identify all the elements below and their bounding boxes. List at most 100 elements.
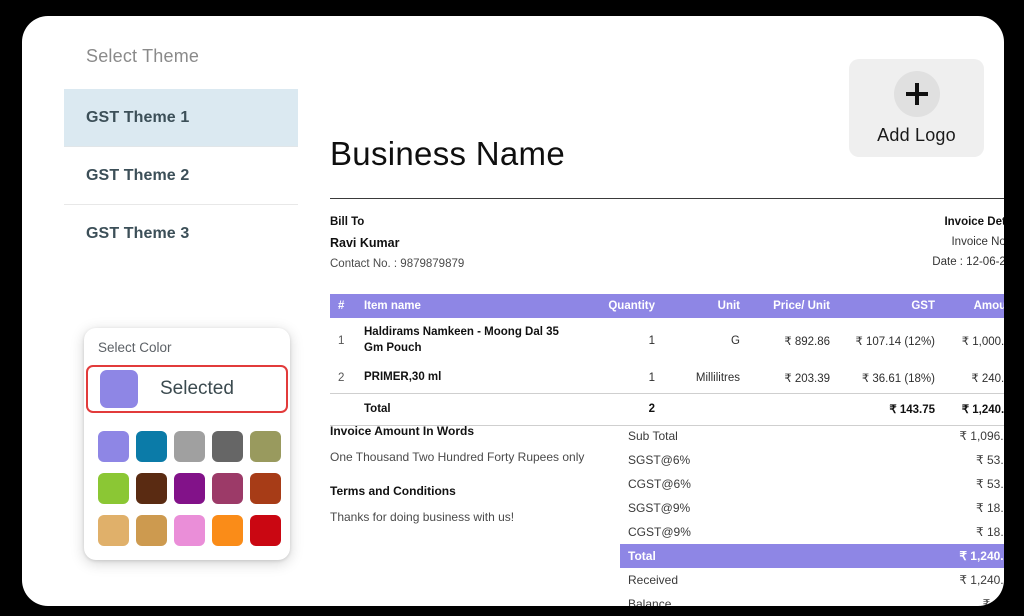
cell-name: Haldirams Namkeen - Moong Dal 35 Gm Pouc… xyxy=(364,326,559,354)
summary-row: Total ₹ 1,240.00 xyxy=(620,544,1004,568)
terms-text: Thanks for doing business with us! xyxy=(330,510,515,524)
summary-label: Sub Total xyxy=(628,429,678,443)
summary-value: ₹ 18.31 xyxy=(976,525,1004,539)
theme-item-label: GST Theme 1 xyxy=(86,108,190,126)
invoice-preview: Add Logo Business Name Bill To Ravi Kuma… xyxy=(308,32,1004,606)
color-swatch-4[interactable] xyxy=(212,431,243,462)
selected-color-label: Selected xyxy=(160,378,234,399)
cell-qty: 1 xyxy=(648,334,655,347)
col-gst: GST xyxy=(836,294,941,318)
total-cell-unit xyxy=(661,392,746,427)
color-swatch-1[interactable] xyxy=(98,431,129,462)
color-swatch-14[interactable] xyxy=(212,515,243,546)
cell-gst: ₹ 36.61 (18%) xyxy=(861,372,935,385)
summary-value: ₹ 1,240.00 xyxy=(959,549,1004,563)
summary-value: ₹ 53.57 xyxy=(976,453,1004,467)
terms-title: Terms and Conditions xyxy=(330,484,456,498)
amount-in-words-text: One Thousand Two Hundred Forty Rupees on… xyxy=(330,450,585,464)
summary-label: SGST@6% xyxy=(628,453,691,467)
add-logo-label: Add Logo xyxy=(877,124,956,145)
summary-label: CGST@6% xyxy=(628,477,691,491)
add-logo-button[interactable]: Add Logo xyxy=(849,59,984,157)
summary-row: Sub Total ₹ 1,096.25 xyxy=(620,424,1004,448)
selected-color-row[interactable]: Selected xyxy=(86,365,288,413)
table-row: 1 Haldirams Namkeen - Moong Dal 35 Gm Pou… xyxy=(330,318,1004,363)
summary-label: Received xyxy=(628,573,679,587)
color-swatch-7[interactable] xyxy=(136,473,167,504)
invoice-number: Invoice No. : 7 xyxy=(951,236,1004,248)
color-swatch-11[interactable] xyxy=(98,515,129,546)
table-row: 2 PRIMER,30 ml 1 Millilitres ₹ 203.39 ₹ 36.61… xyxy=(330,363,1004,393)
col-amount: Amount xyxy=(941,294,1004,318)
invoice-summary: Sub Total₹ 1,096.25SGST@6%₹ 53.57CGST@6%… xyxy=(620,424,1004,606)
summary-label: Balance xyxy=(628,597,672,606)
cell-gst: ₹ 107.14 (12%) xyxy=(855,335,935,348)
color-swatch-8[interactable] xyxy=(174,473,205,504)
summary-label: Total xyxy=(628,549,656,563)
items-table-body: 1 Haldirams Namkeen - Moong Dal 35 Gm Pou… xyxy=(330,318,1004,427)
summary-value: ₹ 53.57 xyxy=(976,477,1004,491)
invoice-notes-block: Invoice Amount In Words One Thousand Two… xyxy=(330,424,620,544)
summary-row: SGST@9% ₹ 18.31 xyxy=(620,496,1004,520)
color-swatch-15[interactable] xyxy=(250,515,281,546)
select-theme-title: Select Theme xyxy=(86,46,200,66)
col-item-name: Item name xyxy=(356,294,571,318)
color-swatch-13[interactable] xyxy=(174,515,205,546)
total-cell-blank xyxy=(330,392,356,427)
theme-panel: Select Theme GST Theme 1 GST Theme 2 GST T… xyxy=(64,46,298,263)
summary-label: SGST@9% xyxy=(628,501,691,515)
col-unit: Unit xyxy=(661,294,746,318)
summary-label: CGST@9% xyxy=(628,525,691,539)
col-price: Price/ Unit xyxy=(746,294,836,318)
header-divider xyxy=(330,198,1004,199)
color-swatch-3[interactable] xyxy=(174,431,205,462)
color-swatch-10[interactable] xyxy=(250,473,281,504)
summary-row: Balance ₹ 0.00 xyxy=(620,592,1004,606)
summary-row: Received ₹ 1,240.00 xyxy=(620,568,1004,592)
cell-amount: ₹ 240.00 xyxy=(971,372,1004,385)
color-swatch-grid xyxy=(84,413,290,546)
items-table-head: # Item name Quantity Unit Price/ Unit GS… xyxy=(330,294,1004,318)
cell-qty: 1 xyxy=(648,371,655,384)
color-swatch-9[interactable] xyxy=(212,473,243,504)
summary-row: SGST@6% ₹ 53.57 xyxy=(620,448,1004,472)
business-name: Business Name xyxy=(330,135,565,172)
summary-value: ₹ 0.00 xyxy=(982,597,1004,606)
amount-in-words-title: Invoice Amount In Words xyxy=(330,424,475,438)
cell-price: ₹ 203.39 xyxy=(784,372,830,385)
theme-item-1[interactable]: GST Theme 1 xyxy=(64,89,298,147)
invoice-details-title: Invoice Details xyxy=(944,216,1004,228)
cell-idx: 2 xyxy=(338,371,345,384)
cell-unit: G xyxy=(731,334,740,347)
cell-price: ₹ 892.86 xyxy=(784,335,830,348)
app-card: Select Theme GST Theme 1 GST Theme 2 GST T… xyxy=(22,16,1004,606)
col-index: # xyxy=(330,294,356,318)
invoice-details-block: Invoice Details Invoice No. : 7 Date : 1… xyxy=(330,216,1004,276)
color-swatch-2[interactable] xyxy=(136,431,167,462)
summary-row: CGST@6% ₹ 53.57 xyxy=(620,472,1004,496)
cell-unit: Millilitres xyxy=(695,371,740,384)
total-cell-price xyxy=(746,392,836,427)
color-picker-popup: Select Color Selected xyxy=(84,328,290,560)
color-swatch-6[interactable] xyxy=(98,473,129,504)
color-swatch-5[interactable] xyxy=(250,431,281,462)
total-cell-qty: 2 xyxy=(571,392,661,427)
theme-list: GST Theme 1 GST Theme 2 GST Theme 3 xyxy=(64,89,298,263)
cell-idx: 1 xyxy=(338,334,345,347)
invoice-date: Date : 12-06-2024 xyxy=(932,256,1004,268)
selected-color-swatch xyxy=(100,370,138,408)
theme-item-3[interactable]: GST Theme 3 xyxy=(64,205,298,263)
select-color-title: Select Color xyxy=(98,340,172,355)
theme-item-label: GST Theme 3 xyxy=(86,225,190,242)
table-total-row: Total2 ₹ 143.75₹ 1,240.00 xyxy=(330,392,1004,427)
plus-icon xyxy=(893,70,940,117)
total-cell-gst: ₹ 143.75 xyxy=(836,392,941,427)
theme-item-label: GST Theme 2 xyxy=(86,166,190,184)
theme-item-2[interactable]: GST Theme 2 xyxy=(64,147,298,205)
cell-name: PRIMER,30 ml xyxy=(364,371,442,384)
total-cell-label: Total xyxy=(356,392,571,427)
summary-value: ₹ 1,096.25 xyxy=(959,429,1004,443)
col-quantity: Quantity xyxy=(571,294,661,318)
color-swatch-12[interactable] xyxy=(136,515,167,546)
cell-amount: ₹ 1,000.00 xyxy=(961,335,1004,348)
